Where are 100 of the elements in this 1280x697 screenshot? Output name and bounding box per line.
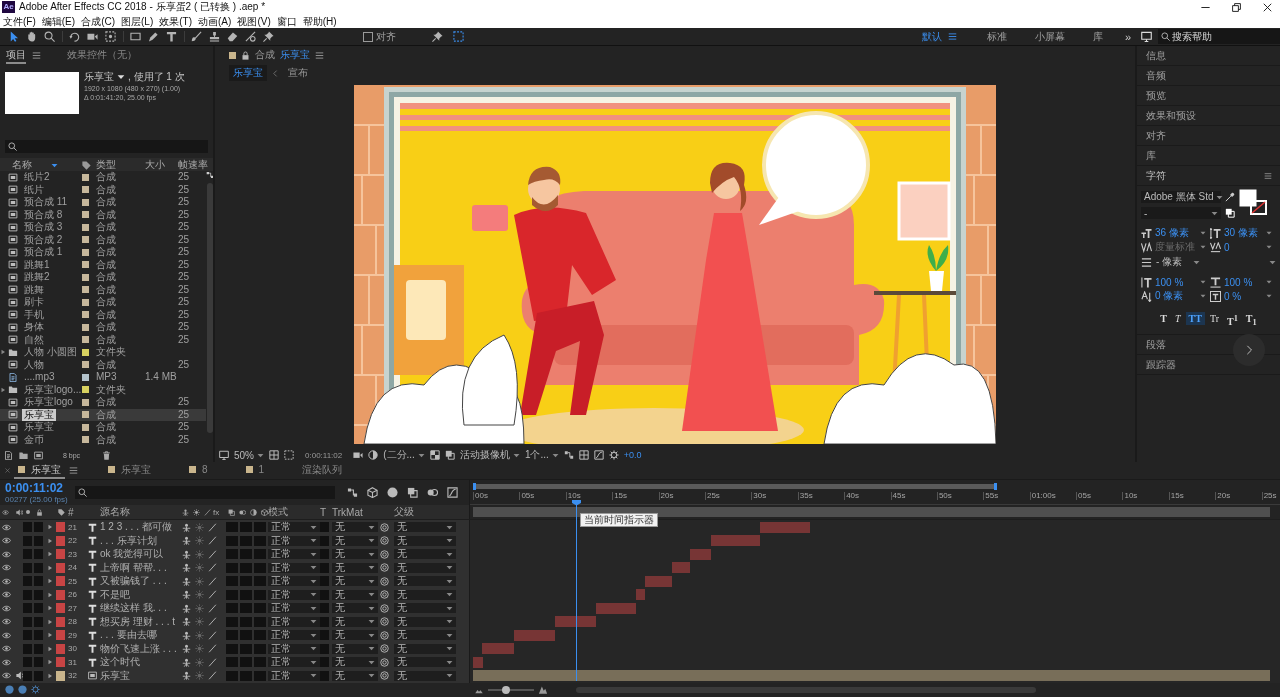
snap-checkbox[interactable] — [363, 31, 373, 42]
eye-icon[interactable] — [2, 630, 11, 640]
viewer-timecode[interactable]: 0:00:11:02 — [305, 450, 343, 460]
ring-icon[interactable] — [380, 617, 389, 626]
eye-icon[interactable] — [2, 590, 11, 599]
grid-icon[interactable] — [578, 450, 589, 460]
solo-switch[interactable] — [23, 670, 32, 681]
stamp-icon[interactable] — [209, 31, 220, 42]
expand-triangle-icon[interactable] — [47, 632, 53, 638]
figure-icon[interactable] — [182, 671, 191, 680]
camera-icon[interactable] — [87, 31, 98, 42]
preserve-transparency-checkbox[interactable] — [320, 603, 329, 613]
overlapping-squares-icon[interactable] — [1225, 208, 1235, 218]
time-ruler[interactable]: 00s 05s 10s 15s 20s 25s 30s 35s 40s 45s 50s 55s 01:00s 05s 10s 15s 20s 25s — [470, 492, 1280, 505]
breadcrumb[interactable]: 宣布 — [284, 65, 312, 81]
three-d-switch[interactable] — [254, 549, 266, 559]
layer-search-field[interactable] — [75, 486, 335, 499]
parent-dropdown[interactable]: 无 — [394, 630, 456, 640]
eye-icon[interactable] — [2, 671, 11, 680]
panel-menu-icon[interactable] — [32, 50, 41, 60]
ring-icon[interactable] — [380, 657, 389, 667]
adjustment-switch[interactable] — [240, 657, 252, 667]
ring-icon[interactable] — [380, 536, 389, 545]
rectangle-icon[interactable] — [130, 31, 141, 42]
flowchart-icon[interactable] — [347, 487, 358, 498]
parent-dropdown[interactable]: 无 — [394, 535, 456, 546]
more-workspaces-button[interactable]: » — [1124, 30, 1131, 43]
label-swatch-icon[interactable] — [82, 273, 89, 281]
mode-dropdown[interactable]: 正常 — [268, 576, 320, 586]
panel-menu-icon[interactable] — [315, 50, 324, 60]
label-swatch-icon[interactable] — [82, 298, 89, 306]
folder-icon[interactable] — [19, 450, 28, 460]
trash-icon[interactable] — [102, 450, 112, 460]
playhead[interactable] — [572, 500, 581, 681]
layer-name[interactable]: 这个时代 — [100, 655, 180, 669]
leading-value[interactable]: 30 像素 — [1224, 226, 1258, 240]
lock-switch[interactable] — [34, 670, 43, 681]
mode-dropdown[interactable]: 正常 — [268, 657, 320, 667]
motion-blur-switch[interactable] — [226, 643, 238, 654]
zoom-icon[interactable] — [44, 31, 55, 42]
track-matte-dropdown[interactable]: 无 — [332, 549, 378, 559]
label-swatch-icon[interactable] — [56, 589, 65, 600]
restore-icon[interactable] — [1232, 2, 1241, 12]
fill-stroke-swatch-icon[interactable] — [1239, 189, 1267, 215]
preserve-transparency-checkbox[interactable] — [320, 576, 329, 586]
ring-icon[interactable] — [380, 603, 389, 613]
three-d-switch[interactable] — [254, 576, 266, 586]
project-item[interactable]: 手机 合成 25 — [0, 308, 206, 321]
adjustment-switch[interactable] — [240, 522, 252, 532]
exposure-value[interactable]: +0.0 — [623, 450, 642, 460]
horizontal-scale-value[interactable]: 100 % — [1224, 276, 1253, 288]
timeline-tab[interactable]: 8 — [185, 462, 212, 479]
label-swatch-icon[interactable] — [56, 670, 65, 681]
label-swatch-icon[interactable] — [82, 236, 89, 244]
label-swatch-icon[interactable] — [82, 311, 89, 319]
label-swatch-icon[interactable] — [56, 576, 65, 586]
track-matte-dropdown[interactable]: 无 — [332, 535, 378, 546]
rotate-icon[interactable] — [69, 31, 80, 42]
lock-switch[interactable] — [34, 643, 43, 654]
project-item[interactable]: 预合成 11 合成 25 — [0, 196, 206, 209]
ring-icon[interactable] — [380, 522, 389, 532]
label-swatch-icon[interactable] — [82, 361, 89, 369]
solo-switch[interactable] — [23, 562, 32, 573]
overlapping-squares-icon[interactable] — [444, 450, 455, 460]
tsume-value[interactable]: 0 % — [1224, 290, 1242, 302]
track-matte-dropdown[interactable]: 无 — [332, 562, 378, 573]
project-item[interactable]: 跳舞1 合成 25 — [0, 258, 206, 271]
menu-item[interactable]: 动画(A) — [198, 14, 232, 28]
lock-switch[interactable] — [34, 630, 43, 640]
text-style-button[interactable]: TT — [1185, 312, 1205, 325]
preserve-transparency-checkbox[interactable] — [320, 670, 329, 681]
label-swatch-icon[interactable] — [82, 323, 89, 331]
mode-dropdown[interactable]: 正常 — [268, 589, 320, 600]
label-swatch-icon[interactable] — [82, 398, 89, 406]
monitor-icon[interactable] — [1141, 31, 1152, 42]
pin-icon[interactable] — [432, 31, 443, 42]
lock-switch[interactable] — [34, 522, 43, 532]
label-swatch-icon[interactable] — [82, 198, 89, 206]
text-style-button[interactable]: T — [1157, 312, 1170, 325]
workspace-tab[interactable]: 默认 — [907, 29, 948, 44]
panel-tab[interactable]: 项目 — [6, 46, 26, 64]
three-d-switch[interactable] — [254, 522, 266, 532]
dotted-square-icon[interactable] — [105, 31, 116, 42]
project-item[interactable]: 乐享宝logo 合成 25 — [0, 396, 206, 409]
label-swatch-icon[interactable] — [82, 186, 89, 194]
three-d-switch[interactable] — [254, 630, 266, 640]
column-header[interactable]: 名称 — [12, 158, 32, 172]
track-matte-dropdown[interactable]: 无 — [332, 670, 378, 681]
layer-row[interactable]: 23 ok 我觉得可以 正常 无 无 — [0, 547, 470, 561]
figure-icon[interactable] — [182, 657, 191, 667]
pen-icon[interactable] — [148, 31, 159, 42]
label-swatch-icon[interactable] — [82, 386, 89, 394]
column-header[interactable]: 大小 — [145, 158, 178, 172]
camera-icon[interactable] — [353, 450, 364, 460]
project-item[interactable]: 预合成 1 合成 25 — [0, 246, 206, 259]
track-matte-dropdown[interactable]: 无 — [332, 657, 378, 667]
panel-header[interactable]: 信息 — [1137, 46, 1280, 66]
track-matte-dropdown[interactable]: 无 — [332, 630, 378, 640]
parent-dropdown[interactable]: 无 — [394, 616, 456, 627]
expand-triangle-icon[interactable] — [47, 578, 53, 584]
